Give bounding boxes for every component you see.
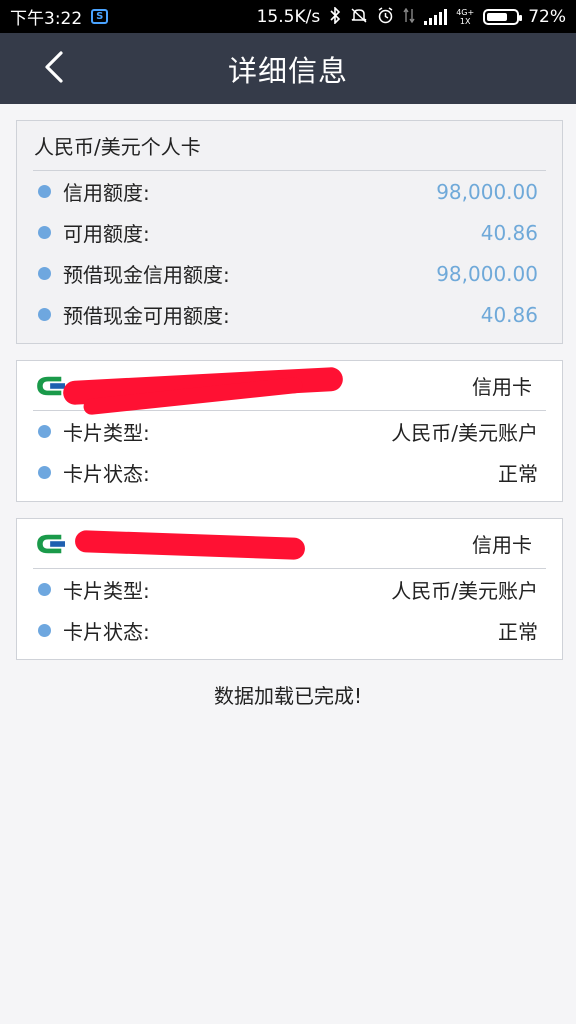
- account-card-header: 信用卡: [33, 361, 546, 415]
- signal-icon: [424, 8, 448, 25]
- row-value: 98,000.00: [436, 261, 538, 286]
- row-label: 卡片类型:: [63, 579, 150, 603]
- bullet-icon: [38, 466, 51, 479]
- credit-summary-card: 人民币/美元个人卡 信用额度: 98,000.00 可用额度: 40.86 预借…: [16, 120, 563, 344]
- row-value: 40.86: [480, 220, 538, 245]
- bullet-icon: [38, 185, 51, 198]
- status-bar: 下午3:22 S 15.5K/s 4G+ 1X 72%: [0, 0, 576, 33]
- row-value: 人民币/美元账户: [391, 421, 538, 445]
- bullet-icon: [38, 226, 51, 239]
- card-title: 人民币/美元个人卡: [33, 121, 546, 171]
- account-card[interactable]: 信用卡 卡片类型: 人民币/美元账户 卡片状态: 正常: [16, 360, 563, 502]
- app-notification-icon: S: [91, 9, 109, 24]
- battery-percent: 72%: [528, 6, 566, 27]
- account-row-card-type: 卡片类型: 人民币/美元账户: [33, 569, 546, 610]
- card-type: 信用卡: [472, 533, 532, 557]
- bullet-icon: [38, 267, 51, 280]
- summary-row-available-limit: 可用额度: 40.86: [33, 212, 546, 253]
- load-status-text: 数据加载已完成!: [213, 684, 363, 708]
- bullet-icon: [38, 583, 51, 596]
- network-speed: 15.5K/s: [256, 6, 321, 27]
- row-label: 可用额度:: [63, 222, 150, 246]
- mute-icon: [350, 7, 368, 27]
- bullet-icon: [38, 624, 51, 637]
- status-time: 下午3:22: [10, 9, 83, 29]
- row-label: 卡片状态:: [63, 462, 150, 486]
- card-type: 信用卡: [472, 375, 532, 399]
- summary-row-credit-limit: 信用额度: 98,000.00: [33, 171, 546, 212]
- alarm-icon: [377, 6, 394, 27]
- chevron-left-icon: [45, 51, 63, 83]
- account-row-card-status: 卡片状态: 正常: [33, 610, 546, 651]
- row-label: 预借现金可用额度:: [63, 304, 230, 328]
- page-title: 详细信息: [227, 53, 348, 88]
- battery-icon: [483, 8, 523, 25]
- row-label: 卡片类型:: [63, 421, 150, 445]
- account-card-header: 信用卡: [33, 519, 546, 569]
- row-value: 98,000.00: [436, 179, 538, 204]
- data-transfer-icon: [403, 7, 415, 26]
- row-value: 人民币/美元账户: [391, 579, 538, 603]
- row-value: 40.86: [480, 302, 538, 327]
- app-header: 详细信息: [0, 33, 576, 104]
- status-right: 15.5K/s 4G+ 1X 72%: [256, 5, 566, 27]
- network-type-label: 4G+ 1X: [456, 7, 475, 26]
- row-value: 正常: [498, 462, 538, 486]
- main-content: 人民币/美元个人卡 信用额度: 98,000.00 可用额度: 40.86 预借…: [16, 120, 563, 676]
- account-row-card-type: 卡片类型: 人民币/美元账户: [33, 411, 546, 452]
- battery-fill: [487, 12, 508, 21]
- summary-rows: 信用额度: 98,000.00 可用额度: 40.86 预借现金信用额度: 98…: [33, 171, 546, 343]
- summary-row-cash-advance-limit: 预借现金信用额度: 98,000.00: [33, 253, 546, 294]
- status-left: 下午3:22 S: [10, 4, 109, 29]
- bank-logo-icon: [37, 534, 65, 553]
- row-value: 正常: [498, 620, 538, 644]
- row-label: 预借现金信用额度:: [63, 263, 230, 287]
- bullet-icon: [38, 425, 51, 438]
- card-brand: [33, 366, 344, 415]
- row-label: 卡片状态:: [63, 620, 150, 644]
- row-label: 信用额度:: [63, 181, 150, 205]
- bluetooth-icon: [329, 5, 341, 27]
- account-card[interactable]: 信用卡 卡片类型: 人民币/美元账户 卡片状态: 正常: [16, 518, 563, 660]
- back-button[interactable]: [34, 47, 74, 87]
- bullet-icon: [38, 308, 51, 321]
- summary-row-cash-advance-available: 预借现金可用额度: 40.86: [33, 294, 546, 335]
- account-row-card-status: 卡片状态: 正常: [33, 452, 546, 493]
- redaction-mark: [74, 529, 306, 560]
- card-brand: [33, 524, 306, 564]
